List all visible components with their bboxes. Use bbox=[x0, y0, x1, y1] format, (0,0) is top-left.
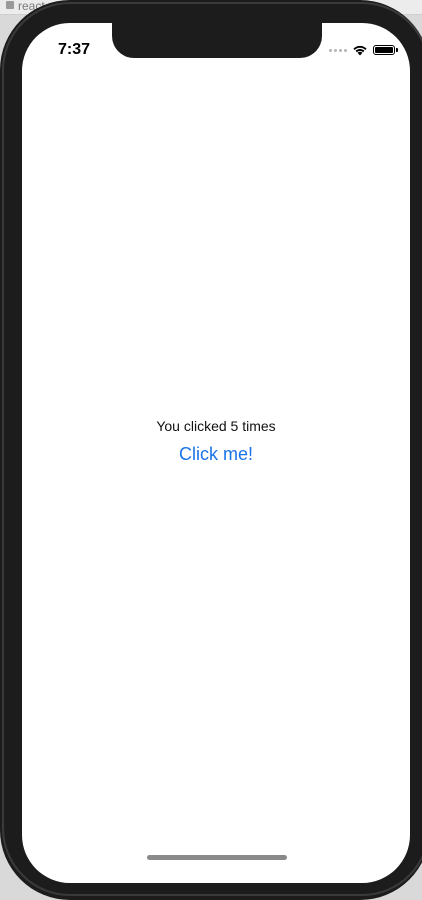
status-time: 7:37 bbox=[58, 41, 91, 58]
notch bbox=[112, 23, 322, 58]
wifi-icon bbox=[353, 45, 367, 56]
click-counter-text: You clicked 5 times bbox=[156, 418, 276, 434]
home-indicator[interactable] bbox=[147, 855, 287, 860]
click-me-button[interactable]: Click me! bbox=[179, 444, 253, 465]
lock-icon bbox=[6, 1, 14, 9]
phone-screen: 7:37 You clicked 5 times Click me! bbox=[22, 23, 410, 883]
app-content: You clicked 5 times Click me! bbox=[22, 417, 410, 465]
battery-icon bbox=[373, 45, 398, 55]
signal-icon bbox=[329, 48, 347, 52]
status-icons bbox=[329, 43, 398, 57]
